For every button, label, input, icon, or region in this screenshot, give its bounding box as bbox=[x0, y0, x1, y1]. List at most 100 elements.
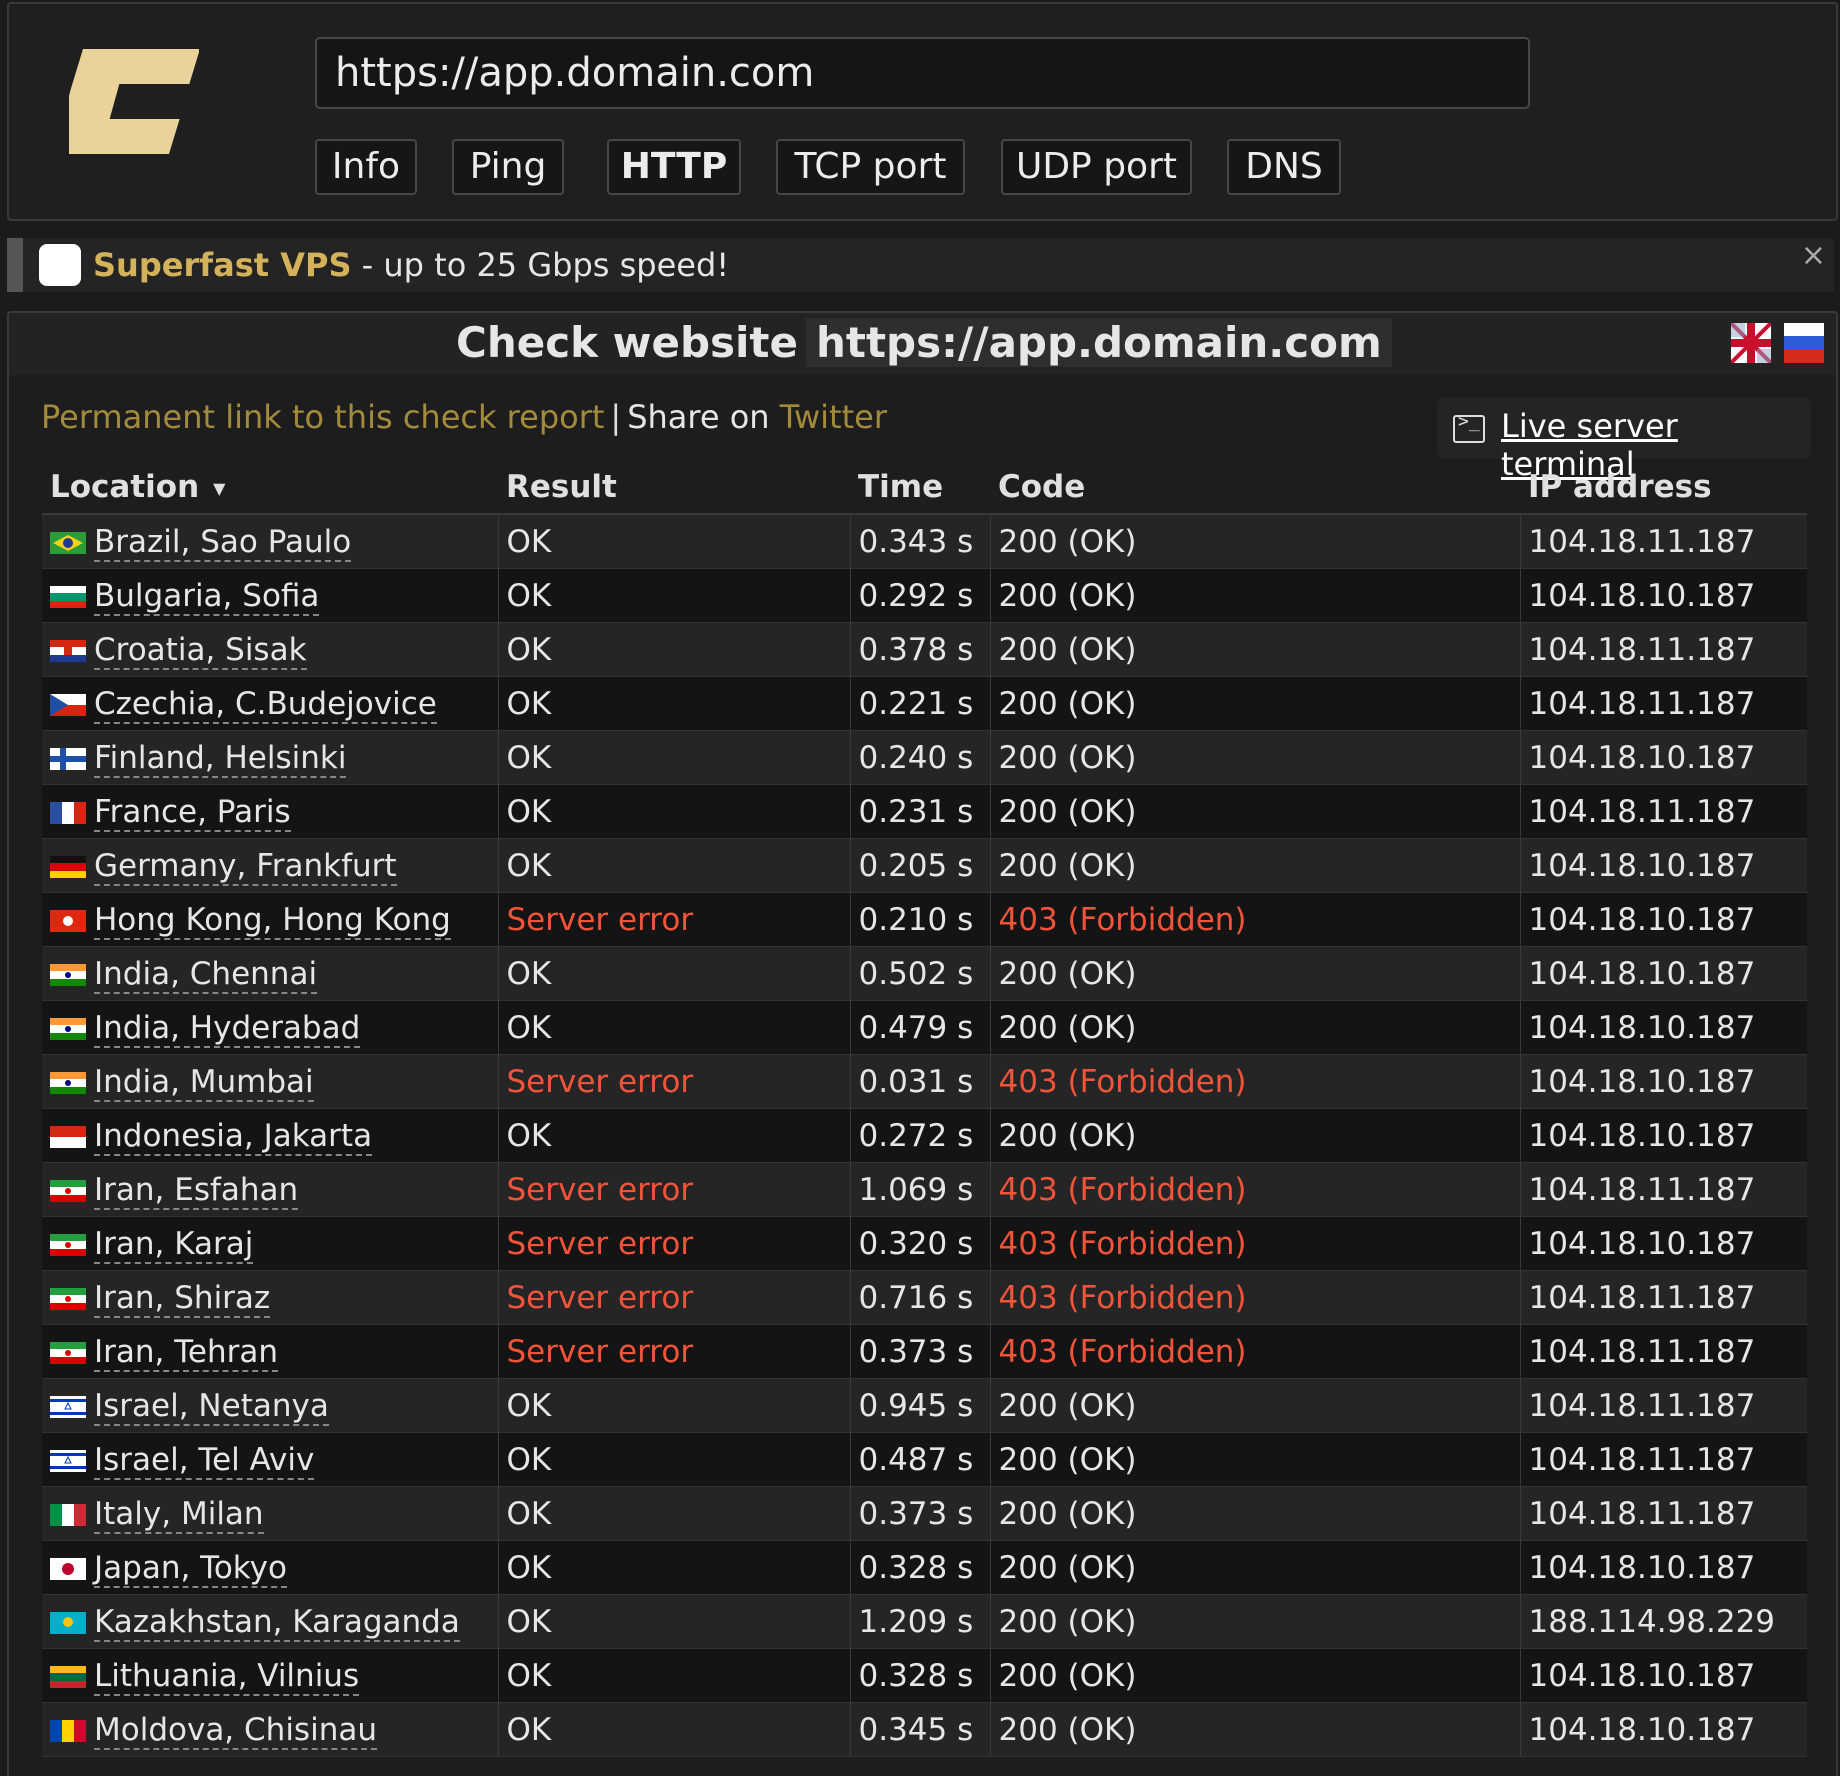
result-cell: OK bbox=[497, 1000, 850, 1055]
tab-ping[interactable]: Ping bbox=[452, 139, 564, 195]
live-terminal-button[interactable]: Live server terminal bbox=[1437, 397, 1811, 483]
table-header-row: Location ▼ Result Time Code IP address bbox=[42, 461, 1807, 515]
result-cell: OK bbox=[497, 1702, 850, 1757]
tab-tcp-port[interactable]: TCP port bbox=[776, 139, 965, 195]
result-cell: Server error bbox=[497, 1270, 850, 1325]
code-value: 200 (OK) bbox=[998, 1009, 1137, 1046]
table-row: Japan, Tokyo OK 0.328 s 200 (OK) 104.18.10.1… bbox=[42, 1540, 1807, 1595]
tab-udp-port[interactable]: UDP port bbox=[1001, 139, 1192, 195]
location-link[interactable]: Kazakhstan, Karaganda bbox=[94, 1603, 460, 1642]
location-link[interactable]: Iran, Shiraz bbox=[94, 1279, 271, 1318]
location-link[interactable]: Lithuania, Vilnius bbox=[94, 1657, 360, 1696]
kazakhstan-flag-icon bbox=[50, 1612, 86, 1634]
time-cell: 0.343 s bbox=[849, 514, 990, 569]
column-header-ip: IP address bbox=[1520, 461, 1807, 515]
location-link[interactable]: Iran, Esfahan bbox=[94, 1171, 299, 1210]
location-cell: Bulgaria, Sofia bbox=[42, 568, 498, 623]
promo-brand[interactable]: Superfast VPS bbox=[93, 246, 351, 284]
code-cell: 200 (OK) bbox=[989, 676, 1520, 731]
time-cell: 0.328 s bbox=[849, 1540, 990, 1595]
ip-cell: 104.18.10.187 bbox=[1519, 1054, 1807, 1109]
croatia-flag-icon bbox=[50, 640, 86, 662]
location-link[interactable]: Moldova, Chisinau bbox=[94, 1711, 377, 1750]
location-link[interactable]: Finland, Helsinki bbox=[94, 739, 347, 778]
code-value: 403 (Forbidden) bbox=[998, 1279, 1247, 1316]
location-cell: India, Chennai bbox=[42, 946, 498, 1001]
ip-cell: 104.18.11.187 bbox=[1519, 1378, 1807, 1433]
tab-http[interactable]: HTTP bbox=[607, 139, 741, 195]
france-flag-icon bbox=[50, 802, 86, 824]
table-row: Moldova, Chisinau OK 0.345 s 200 (OK) 104.18… bbox=[42, 1702, 1807, 1757]
location-link[interactable]: Israel, Netanya bbox=[94, 1387, 329, 1426]
table-row: Iran, Shiraz Server error 0.716 s 403 (Forb… bbox=[42, 1270, 1807, 1325]
site-header: Info Ping HTTP TCP port UDP port DNS bbox=[7, 2, 1838, 221]
location-link[interactable]: France, Paris bbox=[94, 793, 291, 832]
location-link[interactable]: Iran, Karaj bbox=[94, 1225, 254, 1264]
promo-icon bbox=[39, 244, 81, 286]
location-link[interactable]: India, Hyderabad bbox=[94, 1009, 361, 1048]
location-link[interactable]: Hong Kong, Hong Kong bbox=[94, 901, 451, 940]
location-link[interactable]: Israel, Tel Aviv bbox=[94, 1441, 315, 1480]
code-value: 200 (OK) bbox=[998, 1711, 1137, 1748]
location-link[interactable]: Croatia, Sisak bbox=[94, 631, 307, 670]
code-value: 200 (OK) bbox=[998, 685, 1137, 722]
url-input[interactable] bbox=[315, 37, 1530, 109]
promo-banner[interactable]: Superfast VPS - up to 25 Gbps speed! × bbox=[7, 238, 1834, 292]
ip-cell: 104.18.10.187 bbox=[1519, 946, 1807, 1001]
result-cell: OK bbox=[497, 1432, 850, 1487]
code-value: 200 (OK) bbox=[998, 631, 1137, 668]
code-cell: 403 (Forbidden) bbox=[989, 1270, 1520, 1325]
code-value: 403 (Forbidden) bbox=[998, 901, 1247, 938]
result-value: OK bbox=[506, 1549, 552, 1586]
location-cell: Czechia, C.Budejovice bbox=[42, 676, 498, 731]
sort-down-icon[interactable]: ▼ bbox=[213, 479, 225, 498]
uk-flag-icon[interactable] bbox=[1731, 323, 1771, 363]
location-link[interactable]: Brazil, Sao Paulo bbox=[94, 523, 352, 562]
permalink-link[interactable]: Permanent link to this check report bbox=[41, 398, 604, 436]
location-cell: Israel, Tel Aviv bbox=[42, 1432, 498, 1487]
czechia-flag-icon bbox=[50, 694, 86, 716]
code-value: 200 (OK) bbox=[998, 955, 1137, 992]
table-row: Bulgaria, Sofia OK 0.292 s 200 (OK) 104.18.1… bbox=[42, 568, 1807, 623]
location-link[interactable]: Germany, Frankfurt bbox=[94, 847, 397, 886]
time-cell: 0.502 s bbox=[849, 946, 990, 1001]
germany-flag-icon bbox=[50, 856, 86, 878]
code-value: 200 (OK) bbox=[998, 1441, 1137, 1478]
time-cell: 0.210 s bbox=[849, 892, 990, 947]
location-link[interactable]: Iran, Tehran bbox=[94, 1333, 279, 1372]
table-row: Czechia, C.Budejovice OK 0.221 s 200 (OK) 10… bbox=[42, 676, 1807, 731]
table-row: Israel, Tel Aviv OK 0.487 s 200 (OK) 104.18.… bbox=[42, 1432, 1807, 1487]
israel-flag-icon bbox=[50, 1450, 86, 1472]
location-link[interactable]: Italy, Milan bbox=[94, 1495, 264, 1534]
location-cell: Moldova, Chisinau bbox=[42, 1702, 498, 1757]
table-row: Germany, Frankfurt OK 0.205 s 200 (OK) 104.1… bbox=[42, 838, 1807, 893]
location-link[interactable]: Japan, Tokyo bbox=[94, 1549, 287, 1588]
time-cell: 0.345 s bbox=[849, 1702, 990, 1757]
tab-dns[interactable]: DNS bbox=[1227, 139, 1341, 195]
column-header-location[interactable]: Location ▼ bbox=[42, 461, 498, 515]
result-cell: Server error bbox=[497, 1216, 850, 1271]
tab-info[interactable]: Info bbox=[315, 139, 417, 195]
table-row: India, Mumbai Server error 0.031 s 403 (For… bbox=[42, 1054, 1807, 1109]
time-cell: 0.292 s bbox=[849, 568, 990, 623]
c-logo-icon[interactable] bbox=[69, 44, 199, 164]
code-value: 200 (OK) bbox=[998, 1495, 1137, 1532]
ip-cell: 104.18.10.187 bbox=[1519, 1648, 1807, 1703]
twitter-link[interactable]: Twitter bbox=[780, 398, 887, 436]
column-header-code: Code bbox=[990, 461, 1520, 515]
location-cell: India, Hyderabad bbox=[42, 1000, 498, 1055]
result-cell: Server error bbox=[497, 1162, 850, 1217]
location-link[interactable]: Bulgaria, Sofia bbox=[94, 577, 320, 616]
ru-flag-icon[interactable] bbox=[1784, 323, 1824, 363]
time-cell: 0.240 s bbox=[849, 730, 990, 785]
location-link[interactable]: Czechia, C.Budejovice bbox=[94, 685, 437, 724]
terminal-icon bbox=[1453, 411, 1485, 443]
result-value: OK bbox=[506, 1495, 552, 1532]
time-cell: 0.716 s bbox=[849, 1270, 990, 1325]
location-link[interactable]: India, Mumbai bbox=[94, 1063, 314, 1102]
location-link[interactable]: Indonesia, Jakarta bbox=[94, 1117, 373, 1156]
close-icon[interactable]: × bbox=[1801, 238, 1826, 273]
location-cell: Italy, Milan bbox=[42, 1486, 498, 1541]
location-link[interactable]: India, Chennai bbox=[94, 955, 318, 994]
ip-cell: 104.18.11.187 bbox=[1519, 622, 1807, 677]
